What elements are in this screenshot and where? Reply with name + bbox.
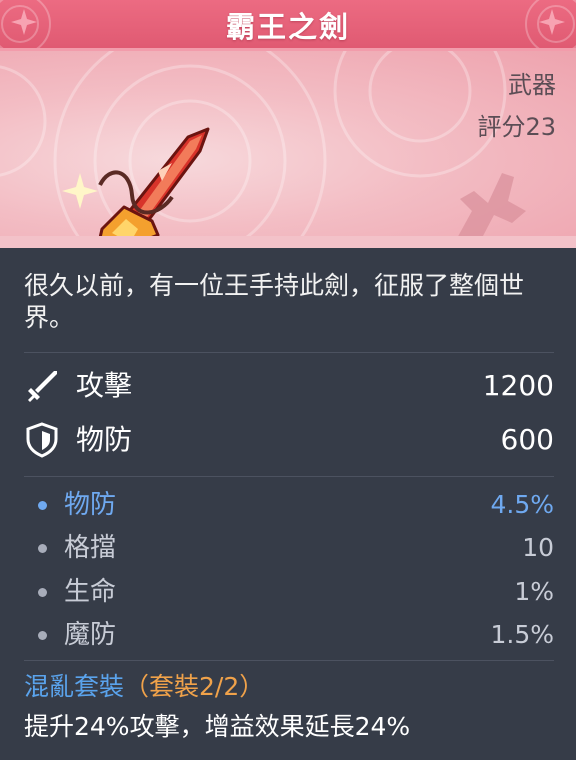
sub-stat-value: 1.5%: [490, 620, 554, 649]
sub-stat-label: 生命: [64, 577, 117, 607]
sub-stat-value: 4.5%: [490, 490, 554, 519]
item-score: 評分23: [477, 113, 556, 141]
main-stat-defense: 物防 600: [24, 420, 554, 460]
sub-stat-label: 物防: [64, 490, 117, 520]
sword-icon: [28, 371, 57, 402]
set-count: （套裝2/2）: [124, 672, 265, 701]
item-name: 霸王之劍: [225, 10, 350, 44]
divider: [24, 476, 554, 477]
shield-icon: [26, 422, 58, 458]
sub-stat-row: 魔防 1.5%: [24, 617, 554, 653]
showcase-footer-strip: [0, 236, 576, 248]
stat-label: 攻擊: [76, 369, 133, 402]
divider: [24, 660, 554, 661]
set-bonus-effect: 提升24%攻擊，增益效果延長24%: [24, 712, 411, 741]
sub-stat-row: 物防 4.5%: [24, 487, 554, 523]
bullet-icon: [38, 544, 47, 553]
bullet-icon: [38, 501, 47, 510]
sub-stat-row: 格擋 10: [24, 530, 554, 566]
sub-stat-value: 1%: [514, 577, 554, 606]
item-showcase: 武器 評分23: [0, 51, 576, 248]
bullet-icon: [38, 631, 47, 640]
bullet-icon: [38, 588, 47, 597]
sub-stat-row: 生命 1%: [24, 574, 554, 610]
stat-value: 600: [500, 423, 554, 456]
stat-value: 1200: [482, 369, 554, 402]
item-detail-card: 霸王之劍 武器 評分23 很久以前，有一位王手持此劍，征服了整個世界。 攻擊 1…: [0, 0, 576, 760]
stat-label: 物防: [76, 423, 133, 456]
set-name: 混亂套裝: [24, 672, 125, 701]
title-bar: 霸王之劍: [0, 0, 576, 51]
sub-stat-label: 格擋: [64, 533, 117, 563]
sub-stat-value: 10: [522, 533, 554, 562]
divider: [24, 352, 554, 353]
sword-icon: [62, 127, 210, 248]
sub-stat-label: 魔防: [64, 620, 117, 650]
item-description: 很久以前，有一位王手持此劍，征服了整個世界。: [24, 271, 525, 332]
item-type: 武器: [508, 71, 556, 99]
main-stat-attack: 攻擊 1200: [24, 366, 554, 406]
set-bonus-header: 混亂套裝（套裝2/2）: [24, 670, 264, 704]
